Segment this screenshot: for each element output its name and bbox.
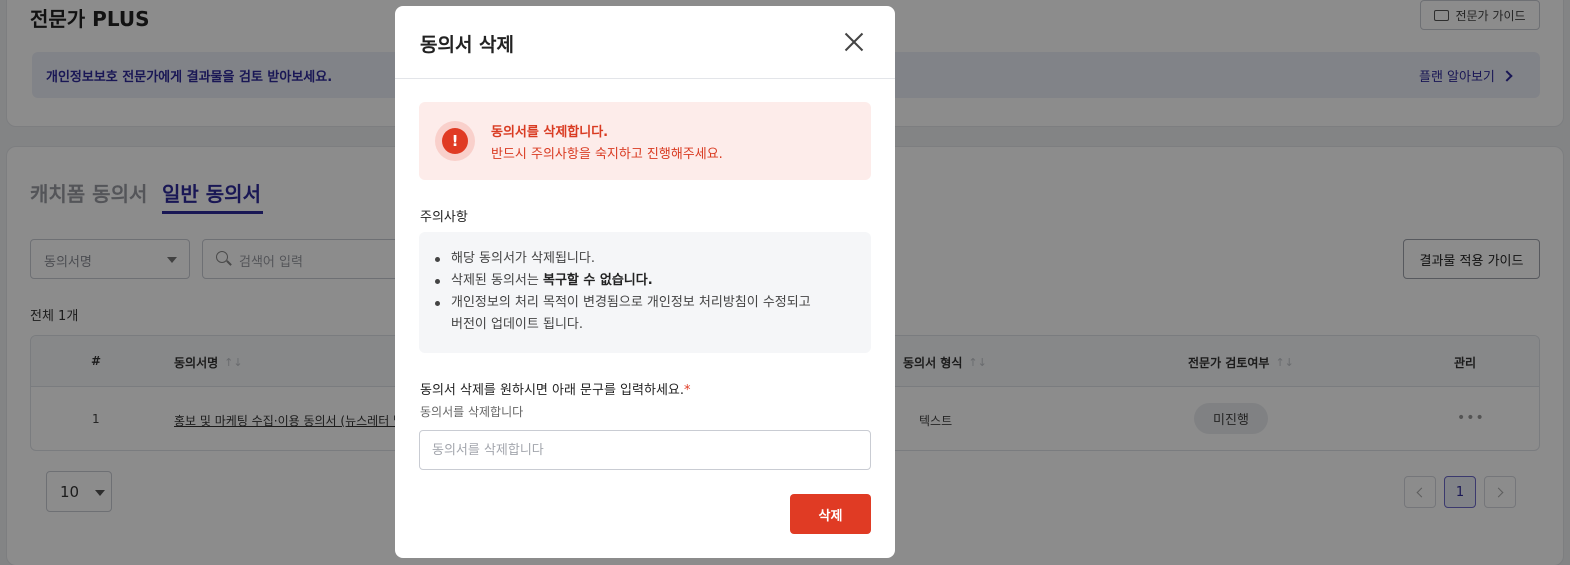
notice-item: 삭제된 동의서는 복구할 수 없습니다.	[435, 270, 851, 292]
notice-item: 개인정보의 처리 목적이 변경됨으로 개인정보 처리방침이 수정되고 버전이 업데…	[435, 292, 851, 336]
notice-item: 해당 동의서가 삭제됩니다.	[435, 248, 851, 270]
modal-header: 동의서 삭제	[395, 6, 895, 79]
confirm-phrase: 동의서를 삭제합니다	[420, 405, 524, 419]
alert-description: 반드시 주의사항을 숙지하고 진행해주세요.	[491, 147, 723, 162]
confirm-text-input[interactable]	[419, 430, 871, 470]
notice-box: 해당 동의서가 삭제됩니다. 삭제된 동의서는 복구할 수 없습니다. 개인정보…	[419, 232, 871, 353]
delete-consent-modal: 동의서 삭제 ! 동의서를 삭제합니다. 반드시 주의사항을 숙지하고 진행해주…	[395, 6, 895, 558]
confirm-label: 동의서 삭제를 원하시면 아래 문구를 입력하세요.*	[420, 383, 691, 398]
exclamation-icon: !	[442, 128, 468, 154]
close-icon[interactable]	[841, 29, 867, 55]
modal-title: 동의서 삭제	[420, 34, 515, 56]
notice-label: 주의사항	[420, 210, 468, 225]
alert-title: 동의서를 삭제합니다.	[491, 125, 609, 140]
delete-button[interactable]: 삭제	[790, 494, 871, 534]
alert-icon-ring: !	[435, 121, 475, 161]
warning-alert: ! 동의서를 삭제합니다. 반드시 주의사항을 숙지하고 진행해주세요.	[419, 102, 871, 180]
required-mark: *	[684, 383, 691, 398]
notice-list: 해당 동의서가 삭제됩니다. 삭제된 동의서는 복구할 수 없습니다. 개인정보…	[435, 248, 851, 336]
